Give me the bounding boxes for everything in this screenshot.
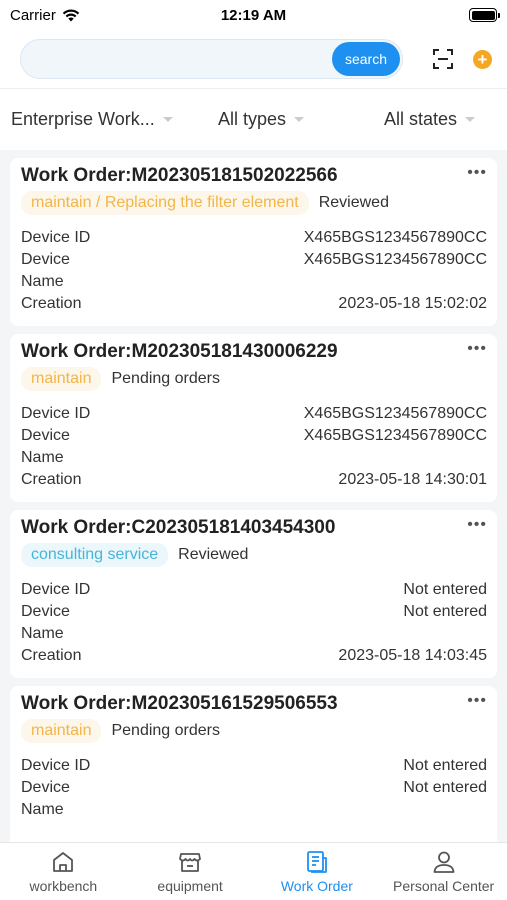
more-icon[interactable]: ••• xyxy=(467,692,487,710)
device-name-row: Device Name Not entered xyxy=(21,777,487,821)
device-id-value: X465BGS1234567890CC xyxy=(303,405,487,422)
field-label: Device Name xyxy=(21,427,70,466)
store-icon xyxy=(179,853,202,872)
work-order-title: Work Order:M202305161529506553 xyxy=(21,693,338,714)
field-label: Device ID xyxy=(21,229,91,246)
carrier-label: Carrier xyxy=(10,6,56,24)
bottom-tab-bar: workbench equipment Work Order Personal … xyxy=(0,842,507,900)
caret-down-icon xyxy=(162,117,173,122)
state-filter-label: All states xyxy=(384,109,458,129)
creation-value: 2023-05-18 14:30:01 xyxy=(338,471,487,488)
more-icon[interactable]: ••• xyxy=(467,164,487,182)
device-name-row: Device Name X465BGS1234567890CC xyxy=(21,425,487,469)
work-order-title: Work Order:C202305181403454300 xyxy=(21,517,336,538)
carrier-info: Carrier xyxy=(10,7,80,24)
document-icon xyxy=(306,851,327,873)
tab-label: Personal Center xyxy=(393,878,495,894)
tab-equipment[interactable]: equipment xyxy=(127,843,254,900)
search-button[interactable]: search xyxy=(332,42,400,76)
caret-down-icon xyxy=(294,117,305,122)
tab-label: equipment xyxy=(157,878,223,894)
field-label: Device Name xyxy=(21,251,70,290)
field-label: Device ID xyxy=(21,757,91,774)
service-type-tag: consulting service xyxy=(21,543,169,567)
field-label: Creation xyxy=(21,295,82,312)
state-filter[interactable]: All states xyxy=(384,109,476,130)
order-state: Pending orders xyxy=(111,722,220,739)
work-order-title: Work Order:M202305181502022566 xyxy=(21,165,338,186)
add-icon[interactable]: + xyxy=(473,49,492,69)
field-label: Creation xyxy=(21,647,82,664)
battery-icon xyxy=(469,8,500,22)
home-icon xyxy=(53,852,74,872)
order-state: Reviewed xyxy=(318,194,389,211)
more-icon[interactable]: ••• xyxy=(467,516,487,534)
work-order-title: Work Order:M202305181430006229 xyxy=(21,341,338,362)
field-label: Creation xyxy=(21,471,82,488)
more-icon[interactable]: ••• xyxy=(467,340,487,358)
device-id-row: Device ID X465BGS1234567890CC xyxy=(21,403,487,425)
search-header: search + xyxy=(0,30,507,88)
device-id-value: Not entered xyxy=(403,757,487,774)
enterprise-filter-label: Enterprise Work... xyxy=(11,109,155,129)
field-label: Device Name xyxy=(21,603,70,642)
search-box: search xyxy=(20,39,403,79)
service-type-tag: maintain xyxy=(21,367,102,391)
type-filter[interactable]: All types xyxy=(218,109,305,130)
creation-row: Creation 2023-05-18 15:02:02 xyxy=(21,293,487,315)
caret-down-icon xyxy=(465,117,476,122)
device-id-row: Device ID Not entered xyxy=(21,755,487,777)
order-state: Reviewed xyxy=(178,546,249,563)
tab-label: workbench xyxy=(29,878,98,894)
creation-row: Creation 2023-05-18 14:30:01 xyxy=(21,469,487,491)
tab-work-order[interactable]: Work Order xyxy=(254,843,381,900)
device-id-value: Not entered xyxy=(403,581,487,598)
tab-workbench[interactable]: workbench xyxy=(0,843,127,900)
creation-value: 2023-05-18 15:02:02 xyxy=(338,295,487,312)
work-order-card[interactable]: Work Order:M202305161529506553 ••• maint… xyxy=(10,686,497,854)
enterprise-filter[interactable]: Enterprise Work... xyxy=(11,109,173,130)
device-id-row: Device ID X465BGS1234567890CC xyxy=(21,227,487,249)
service-type-tag: maintain / Replacing the filter element xyxy=(21,191,309,215)
tab-label: Work Order xyxy=(280,878,353,894)
device-name-row: Device Name Not entered xyxy=(21,601,487,645)
wifi-icon xyxy=(62,9,80,21)
field-label: Device Name xyxy=(21,779,70,818)
device-name-value: X465BGS1234567890CC xyxy=(303,427,487,444)
status-bar: Carrier 12:19 AM xyxy=(0,0,507,30)
device-id-value: X465BGS1234567890CC xyxy=(303,229,487,246)
user-icon xyxy=(433,851,455,873)
device-id-row: Device ID Not entered xyxy=(21,579,487,601)
creation-row: Creation 2023-05-18 14:03:45 xyxy=(21,645,487,667)
device-name-value: X465BGS1234567890CC xyxy=(303,251,487,268)
device-name-value: Not entered xyxy=(403,779,487,796)
work-order-card[interactable]: Work Order:C202305181403454300 ••• consu… xyxy=(10,510,497,678)
type-filter-label: All types xyxy=(218,109,287,129)
device-name-row: Device Name X465BGS1234567890CC xyxy=(21,249,487,293)
device-name-value: Not entered xyxy=(403,603,487,620)
service-type-tag: maintain xyxy=(21,719,102,743)
work-order-card[interactable]: Work Order:M202305181502022566 ••• maint… xyxy=(10,158,497,326)
work-order-list: Work Order:M202305181502022566 ••• maint… xyxy=(10,158,497,862)
scan-icon[interactable] xyxy=(431,47,455,71)
order-state: Pending orders xyxy=(111,370,220,387)
work-order-card[interactable]: Work Order:M202305181430006229 ••• maint… xyxy=(10,334,497,502)
field-label: Device ID xyxy=(21,405,91,422)
filter-bar: Enterprise Work... All types All states xyxy=(0,88,507,150)
tab-personal-center[interactable]: Personal Center xyxy=(380,843,507,900)
creation-value: 2023-05-18 14:03:45 xyxy=(338,647,487,664)
field-label: Device ID xyxy=(21,581,91,598)
search-input[interactable] xyxy=(21,40,321,78)
